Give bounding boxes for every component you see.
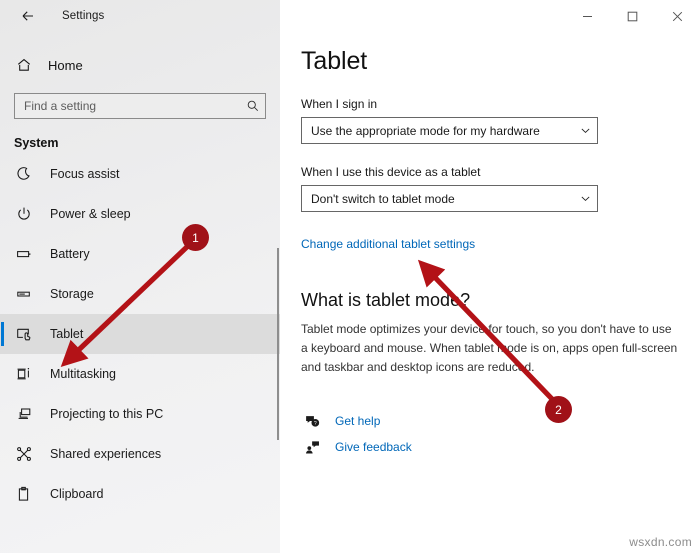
sidebar-item-tablet[interactable]: Tablet [0,314,280,354]
annotation-badge-1: 1 [182,224,209,251]
back-arrow-icon[interactable] [14,3,42,29]
sidebar-item-label: Clipboard [50,487,104,501]
sidebar-item-label: Storage [50,287,94,301]
sidebar-item-storage[interactable]: Storage [0,274,280,314]
sidebar-item-battery[interactable]: Battery [0,234,280,274]
sidebar-item-label: Projecting to this PC [50,407,164,421]
search-input[interactable] [15,99,241,113]
minimize-icon[interactable] [565,0,610,32]
device-as-tablet-label: When I use this device as a tablet [301,165,481,179]
settings-window: Settings Home System [0,0,700,553]
search-icon[interactable] [241,99,265,113]
home-icon [16,57,38,73]
give-feedback-link[interactable]: Give feedback [301,434,700,460]
chevron-down-icon[interactable] [573,125,597,136]
sign-in-dropdown[interactable]: Use the appropriate mode for my hardware [301,117,598,144]
watermark: wsxdn.com [629,535,692,549]
sidebar: Settings Home System [0,0,280,553]
sidebar-item-shared-experiences[interactable]: Shared experiences [0,434,280,474]
sign-in-dropdown-value: Use the appropriate mode for my hardware [311,123,540,138]
close-icon[interactable] [655,0,700,32]
moon-icon [16,166,38,182]
window-controls [280,0,700,32]
chevron-down-icon[interactable] [573,193,597,204]
device-as-tablet-dropdown-value: Don't switch to tablet mode [311,191,455,206]
sign-in-label: When I sign in [301,97,378,111]
storage-icon [16,286,38,302]
device-as-tablet-dropdown[interactable]: Don't switch to tablet mode [301,185,598,212]
get-help-link[interactable]: ? Get help [301,408,700,434]
sidebar-item-projecting[interactable]: Projecting to this PC [0,394,280,434]
main-content: Tablet When I sign in Use the appropriat… [280,0,700,553]
feedback-person-icon [301,440,323,455]
titlebar-left: Settings [0,0,280,32]
app-title: Settings [62,10,105,22]
additional-tablet-settings-link[interactable]: Change additional tablet settings [301,237,475,251]
sidebar-item-multitasking[interactable]: Multitasking [0,354,280,394]
sidebar-item-label: Shared experiences [50,447,162,461]
maximize-icon[interactable] [610,0,655,32]
give-feedback-label: Give feedback [335,440,412,454]
help-links: ? Get help Give feedback [301,408,700,460]
sidebar-item-label: Tablet [50,327,84,341]
share-nodes-icon [16,446,38,462]
search-box[interactable] [14,93,266,119]
sidebar-section-title: System [14,136,59,150]
tablet-icon [16,326,38,342]
multitasking-icon [16,366,38,382]
info-heading: What is tablet mode? [301,290,471,310]
sidebar-item-label: Battery [50,247,90,261]
power-icon [16,206,38,222]
sidebar-item-power-sleep[interactable]: Power & sleep [0,194,280,234]
projecting-icon [16,406,38,422]
battery-icon [16,246,38,262]
additional-tablet-settings-row: Change additional tablet settings [301,235,700,253]
sidebar-item-label: Multitasking [50,367,116,381]
sidebar-item-label: Focus assist [50,167,120,181]
annotation-badge-2: 2 [545,396,572,423]
svg-text:?: ? [313,420,316,426]
sidebar-home-label: Home [48,57,83,73]
sidebar-item-clipboard[interactable]: Clipboard [0,474,280,514]
vertical-scrollbar[interactable] [277,248,279,440]
clipboard-icon [16,486,38,502]
info-body: Tablet mode optimizes your device for to… [301,322,678,374]
help-bubble-icon: ? [301,414,323,429]
sidebar-item-label: Power & sleep [50,207,131,221]
get-help-label: Get help [335,414,381,428]
page-title: Tablet [301,47,368,75]
sidebar-item-focus-assist[interactable]: Focus assist [0,154,280,194]
sidebar-home[interactable]: Home [0,50,280,80]
